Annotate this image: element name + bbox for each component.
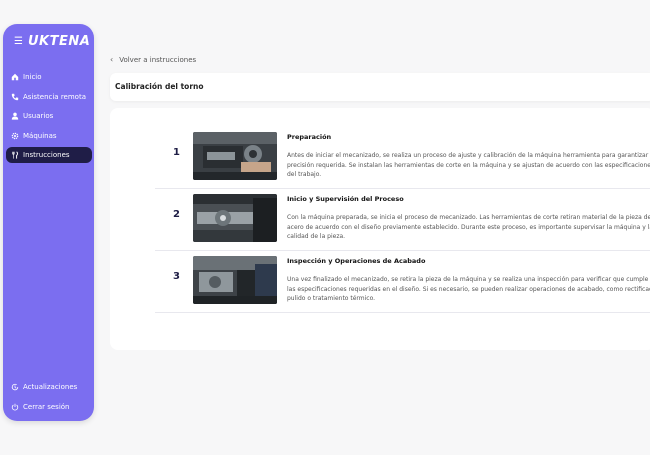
sidebar-nav: Inicio Asistencia remota Usuarios Máquin… (6, 69, 92, 167)
utensils-icon (10, 151, 19, 160)
sidebar-item-label: Actualizaciones (23, 383, 78, 391)
phone-icon (10, 92, 19, 101)
sidebar-item-inicio[interactable]: Inicio (6, 69, 92, 85)
chevron-left-icon: ‹ (110, 55, 114, 64)
step-description: Una vez finalizado el mecanizado, se ret… (287, 276, 650, 302)
gear-icon (10, 131, 19, 140)
step-number: 1 (173, 147, 180, 158)
steps-panel: 1 Preparación Antes de iniciar el mecani… (110, 108, 650, 350)
power-icon (10, 403, 19, 412)
update-icon (10, 383, 19, 392)
menu-icon[interactable]: ☰ (14, 36, 23, 47)
sidebar-item-instrucciones[interactable]: Instrucciones (6, 147, 92, 164)
brand: ☰ UKTENA (14, 34, 90, 49)
step-title: Inspección y Operaciones de Acabado (287, 257, 426, 265)
sidebar-item-maquinas[interactable]: Máquinas (6, 128, 92, 144)
step-title: Preparación (287, 133, 332, 141)
sidebar-item-label: Asistencia remota (23, 92, 86, 101)
sidebar-item-label: Cerrar sesión (23, 403, 70, 411)
sidebar: ☰ UKTENA Inicio Asistencia remota Usuari… (3, 24, 94, 421)
sidebar-item-usuarios[interactable]: Usuarios (6, 108, 92, 124)
step-description: Antes de iniciar el mecanizado, se reali… (287, 152, 650, 178)
step-title: Inicio y Supervisión del Proceso (287, 195, 404, 203)
brand-logo: UKTENA (27, 34, 91, 49)
sidebar-bottom: Actualizaciones Cerrar sesión (6, 379, 92, 419)
sidebar-item-label: Inicio (23, 73, 42, 81)
user-icon (10, 112, 19, 121)
step-number: 3 (173, 271, 180, 282)
sidebar-item-label: Máquinas (23, 131, 57, 140)
step-image-supervision (193, 194, 277, 242)
page-title: Calibración del torno (115, 82, 204, 91)
step-number: 2 (173, 209, 180, 220)
back-label: Volver a instrucciones (119, 55, 197, 64)
step-image-inspeccion (193, 256, 277, 304)
page-title-bar: Calibración del torno (110, 73, 650, 101)
step-row: 2 Inicio y Supervisión del Proceso Con l… (155, 189, 650, 251)
sidebar-item-label: Usuarios (23, 112, 54, 121)
step-row: 3 Inspección y Operaciones de Acabado Un… (155, 251, 650, 313)
sidebar-item-label: Instrucciones (23, 151, 70, 160)
sidebar-item-cerrar-sesion[interactable]: Cerrar sesión (6, 399, 92, 415)
step-image-preparacion (193, 132, 277, 180)
step-row: 1 Preparación Antes de iniciar el mecani… (155, 127, 650, 189)
home-icon (10, 73, 19, 82)
sidebar-item-asistencia-remota[interactable]: Asistencia remota (6, 89, 92, 105)
sidebar-item-actualizaciones[interactable]: Actualizaciones (6, 379, 92, 395)
step-description: Con la máquina preparada, se inicia el p… (287, 214, 650, 240)
back-link[interactable]: ‹ Volver a instrucciones (110, 55, 196, 64)
